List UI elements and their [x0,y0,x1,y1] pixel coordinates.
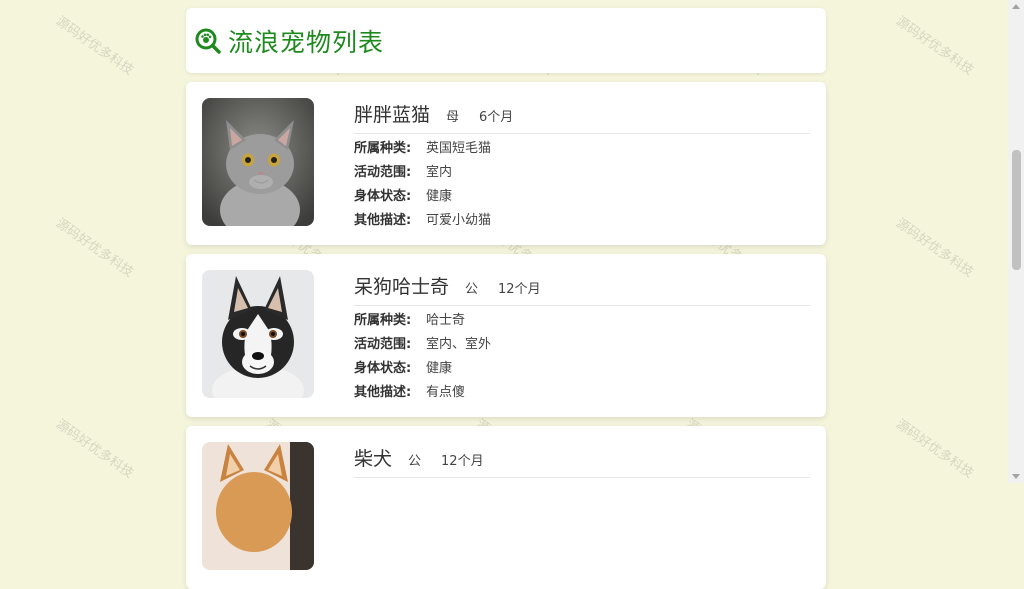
desc-value: 可爱小幼猫 [426,213,492,228]
species-value: 哈士奇 [426,313,466,328]
pet-age: 12个月 [441,454,484,469]
health-value: 健康 [426,361,453,376]
range-value: 室内、室外 [426,337,492,352]
pet-name[interactable]: 柴犬 [354,444,392,471]
pet-card[interactable]: 柴犬 公 12个月 [186,426,826,589]
pet-gender: 公 [465,282,479,297]
species-row: 所属种类: 哈士奇 [354,312,810,330]
desc-label: 其他描述: [354,213,412,228]
pet-gender: 公 [408,454,422,469]
scrollbar-thumb[interactable] [1012,150,1021,270]
range-label: 活动范围: [354,337,412,352]
shiba-image [202,442,314,570]
scroll-down-icon[interactable] [1012,474,1020,479]
pet-title-row: 胖胖蓝猫 母 6个月 [354,100,810,134]
range-row: 活动范围: 室内 [354,164,810,182]
pet-gender: 母 [446,110,460,125]
watermark: 源码好优多科技 [892,416,976,482]
species-label: 所属种类: [354,141,412,156]
pet-info: 柴犬 公 12个月 [354,444,810,478]
pet-title-row: 呆狗哈士奇 公 12个月 [354,272,810,306]
species-label: 所属种类: [354,313,412,328]
page-title: 流浪宠物列表 [228,27,385,57]
watermark: 源码好优多科技 [892,13,976,79]
search-pet-icon [195,28,221,54]
health-row: 身体状态: 健康 [354,188,810,206]
species-row: 所属种类: 英国短毛猫 [354,140,810,158]
pet-photo[interactable] [202,98,314,226]
health-row: 身体状态: 健康 [354,360,810,378]
desc-value: 有点傻 [426,385,466,400]
pet-info: 呆狗哈士奇 公 12个月 所属种类: 哈士奇 活动范围: 室内、室外 身体状态: 健康… [354,272,810,402]
scroll-up-icon[interactable] [1012,4,1020,9]
health-label: 身体状态: [354,189,412,204]
pet-list-container: 流浪宠物列表 胖胖蓝猫 母 6个月 所属种类: 英国短毛猫 活动范围: 室内 身… [186,8,826,589]
pet-photo[interactable] [202,442,314,570]
pet-photo[interactable] [202,270,314,398]
watermark: 源码好优多科技 [52,416,136,482]
desc-row: 其他描述: 有点傻 [354,384,810,402]
watermark: 源码好优多科技 [52,13,136,79]
husky-image [202,270,314,398]
page-header: 流浪宠物列表 [186,8,826,73]
desc-label: 其他描述: [354,385,412,400]
range-row: 活动范围: 室内、室外 [354,336,810,354]
pet-name[interactable]: 胖胖蓝猫 [354,100,430,127]
cat-image [202,98,314,226]
pet-name[interactable]: 呆狗哈士奇 [354,272,449,299]
pet-card[interactable]: 呆狗哈士奇 公 12个月 所属种类: 哈士奇 活动范围: 室内、室外 身体状态: 健康… [186,254,826,417]
watermark: 源码好优多科技 [52,215,136,281]
watermark: 源码好优多科技 [892,215,976,281]
range-value: 室内 [426,165,453,180]
health-label: 身体状态: [354,361,412,376]
vertical-scrollbar[interactable] [1008,0,1024,483]
desc-row: 其他描述: 可爱小幼猫 [354,212,810,230]
pet-info: 胖胖蓝猫 母 6个月 所属种类: 英国短毛猫 活动范围: 室内 身体状态: 健康 其他… [354,100,810,230]
range-label: 活动范围: [354,165,412,180]
pet-card[interactable]: 胖胖蓝猫 母 6个月 所属种类: 英国短毛猫 活动范围: 室内 身体状态: 健康 其他… [186,82,826,245]
pet-title-row: 柴犬 公 12个月 [354,444,810,478]
health-value: 健康 [426,189,453,204]
species-value: 英国短毛猫 [426,141,492,156]
pet-age: 12个月 [498,282,541,297]
pet-age: 6个月 [479,110,514,125]
